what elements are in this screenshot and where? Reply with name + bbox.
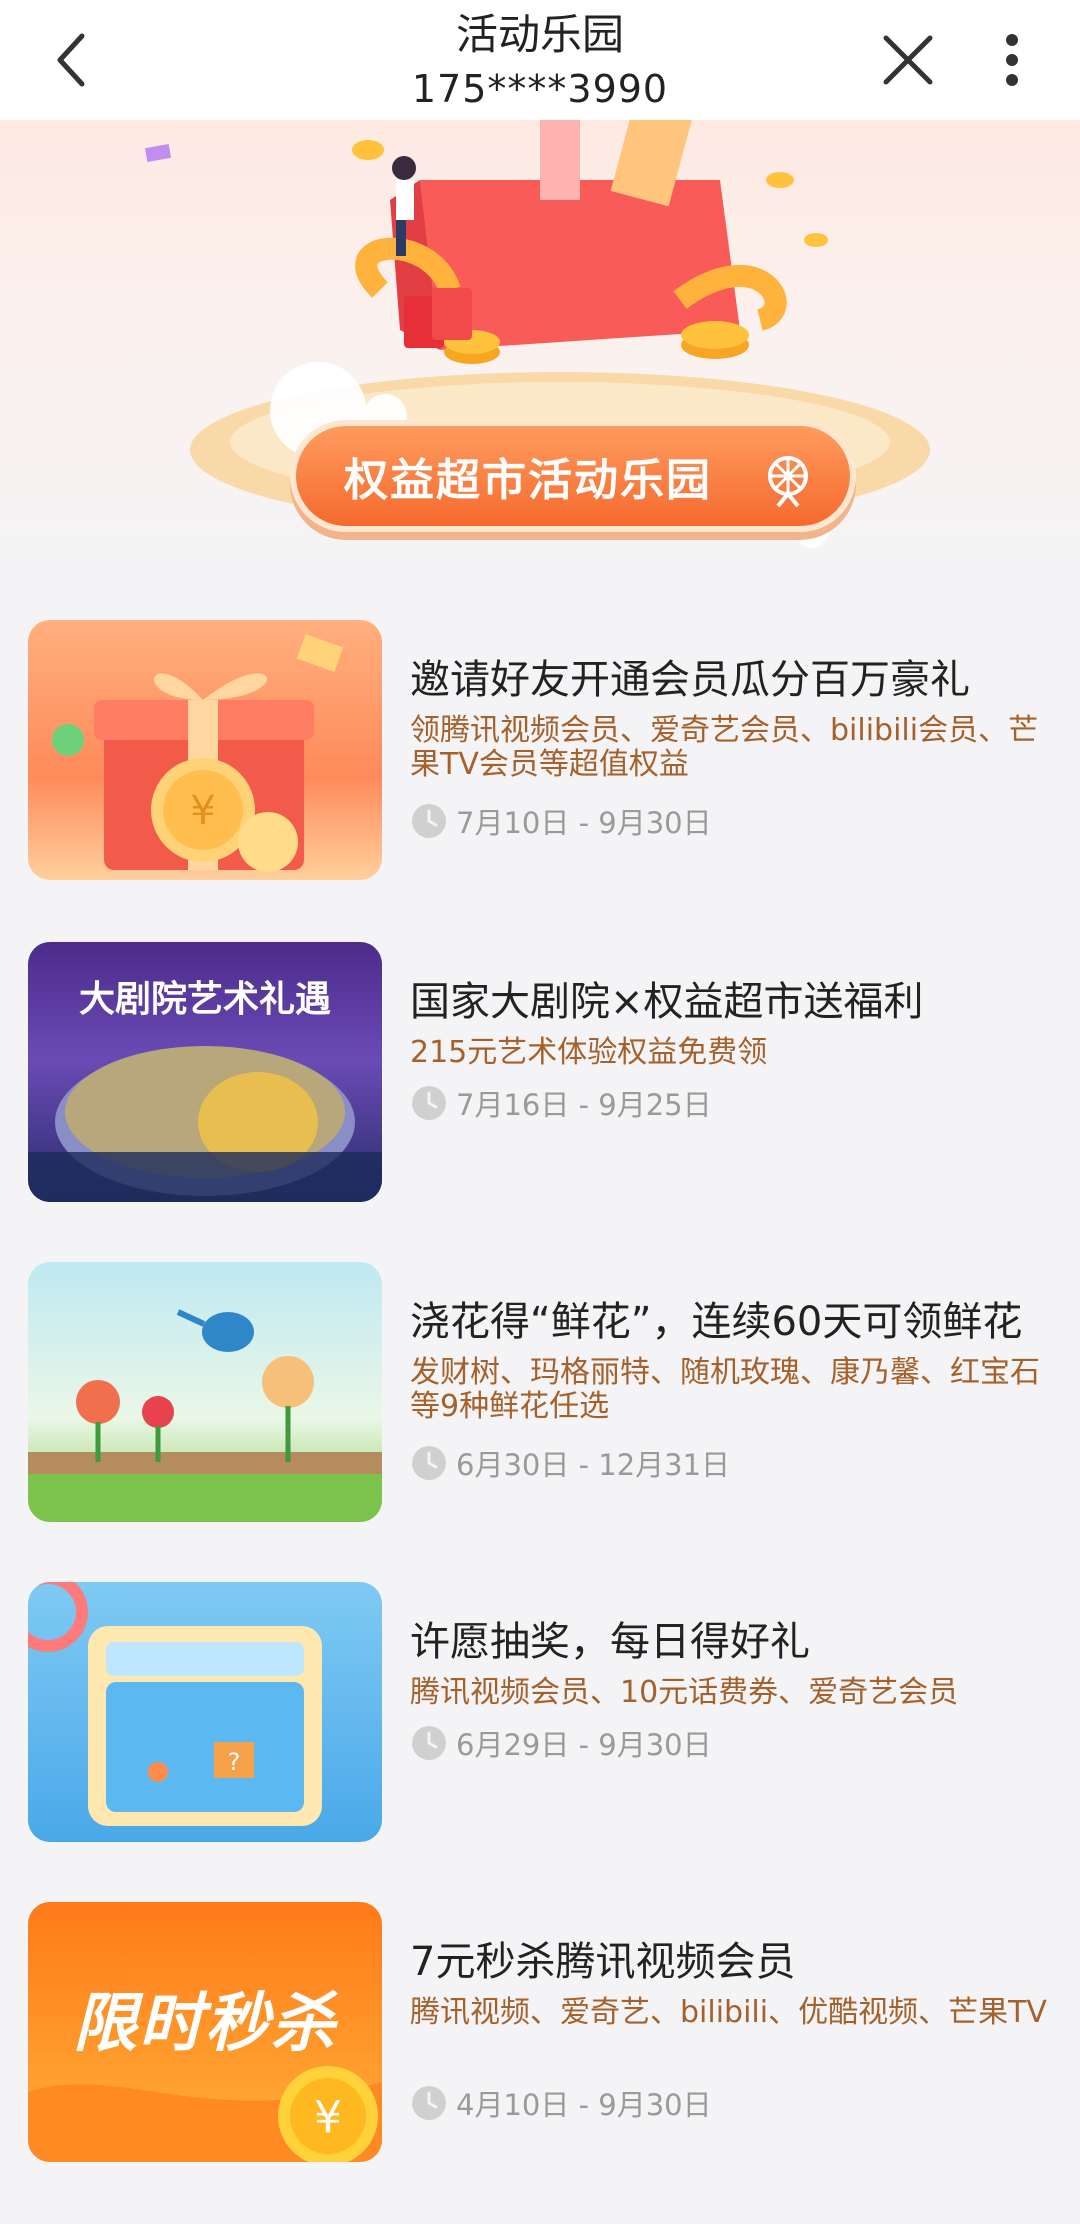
- flower-garden-illustration: [28, 1309, 382, 1522]
- activity-date-row: 6月30日 - 12月31日: [410, 1442, 730, 1484]
- clock-icon: [412, 1446, 446, 1480]
- clock-icon: [412, 2086, 446, 2120]
- activity-description: 215元艺术体验权益免费领: [410, 1035, 768, 1070]
- activity-date: 6月30日 - 12月31日: [456, 1448, 731, 1482]
- theater-thumb-title: 大剧院艺术礼遇: [78, 978, 331, 1020]
- activity-title: 国家大剧院×权益超市送福利: [410, 979, 924, 1025]
- activity-card-theater[interactable]: 大剧院艺术礼遇 国家大剧院×权益超市送福利 215元艺术体验权益免费领 7月16…: [0, 922, 1080, 1222]
- activity-date: 7月16日 - 9月25日: [456, 1088, 712, 1122]
- banner-title-pill: 权益超市活动乐园: [290, 420, 856, 532]
- activity-description: 发财树、玛格丽特、随机玫瑰、康乃馨、红宝石等9种鲜花任选: [410, 1355, 1040, 1424]
- activity-title: 7元秒杀腾讯视频会员: [410, 1939, 796, 1985]
- activity-date-row: 6月29日 - 9月30日: [410, 1722, 712, 1764]
- svg-text:?: ?: [228, 1748, 241, 1776]
- activity-date-row: 7月16日 - 9月25日: [410, 1082, 712, 1124]
- activity-description: 腾讯视频、爱奇艺、bilibili、优酷视频、芒果TV: [410, 1995, 1047, 2030]
- close-icon: [883, 35, 933, 85]
- activity-title: 许愿抽奖，每日得好礼: [410, 1619, 810, 1665]
- activity-card-flash-sale[interactable]: ¥ 限时秒杀 7元秒杀腾讯视频会员 腾讯视频、爱奇艺、bilibili、优酷视频…: [0, 1882, 1080, 2182]
- activity-card-invite[interactable]: ¥ 邀请好友开通会员瓜分百万豪礼 领腾讯视频会员、爱奇艺会员、bilibili会…: [0, 600, 1080, 900]
- activity-card-flowers[interactable]: 浇花得“鲜花”，连续60天可领鲜花 发财树、玛格丽特、随机玫瑰、康乃馨、红宝石等…: [0, 1242, 1080, 1542]
- activity-thumbnail-invite: ¥: [28, 620, 382, 880]
- svg-text:¥: ¥: [314, 2092, 342, 2143]
- banner-title: 权益超市活动乐园: [344, 455, 712, 506]
- activity-thumbnail-flowers: [28, 1262, 382, 1522]
- clock-icon: [412, 1726, 446, 1760]
- flash-sale-thumb-title: 限时秒杀: [73, 1987, 337, 2061]
- claw-machine-illustration: ?: [28, 1582, 322, 1826]
- hero-banner: 权益超市活动乐园: [0, 120, 1080, 580]
- clock-icon: [412, 1086, 446, 1120]
- ferris-wheel-icon: [768, 456, 808, 508]
- activity-card-wish[interactable]: ? 许愿抽奖，每日得好礼 腾讯视频会员、10元话费券、爱奇艺会员 6月29日 -…: [0, 1562, 1080, 1862]
- activity-title: 邀请好友开通会员瓜分百万豪礼: [410, 657, 970, 703]
- activity-title: 浇花得“鲜花”，连续60天可领鲜花: [410, 1299, 1023, 1345]
- activity-thumbnail-theater: 大剧院艺术礼遇: [28, 942, 382, 1202]
- activity-date: 7月10日 - 9月30日: [456, 806, 712, 840]
- activity-thumbnail-flash-sale: ¥ 限时秒杀: [28, 1902, 382, 2162]
- activity-date-row: 7月10日 - 9月30日: [410, 800, 712, 842]
- close-button[interactable]: [872, 24, 944, 96]
- more-options-button[interactable]: [976, 24, 1048, 96]
- activity-date: 6月29日 - 9月30日: [456, 1728, 712, 1762]
- svg-text:¥: ¥: [190, 788, 215, 834]
- activity-description: 领腾讯视频会员、爱奇艺会员、bilibili会员、芒果TV会员等超值权益: [410, 713, 1039, 782]
- activity-date-row: 4月10日 - 9月30日: [410, 2082, 712, 2124]
- gift-coin-illustration: ¥: [52, 633, 344, 872]
- more-vertical-icon: [1006, 34, 1018, 86]
- activity-date: 4月10日 - 9月30日: [456, 2088, 712, 2122]
- top-navigation-bar: 活动乐园 175****3990: [0, 0, 1080, 120]
- activity-description: 腾讯视频会员、10元话费券、爱奇艺会员: [410, 1675, 959, 1710]
- clock-icon: [412, 804, 446, 838]
- activity-thumbnail-wish: ?: [28, 1582, 382, 1842]
